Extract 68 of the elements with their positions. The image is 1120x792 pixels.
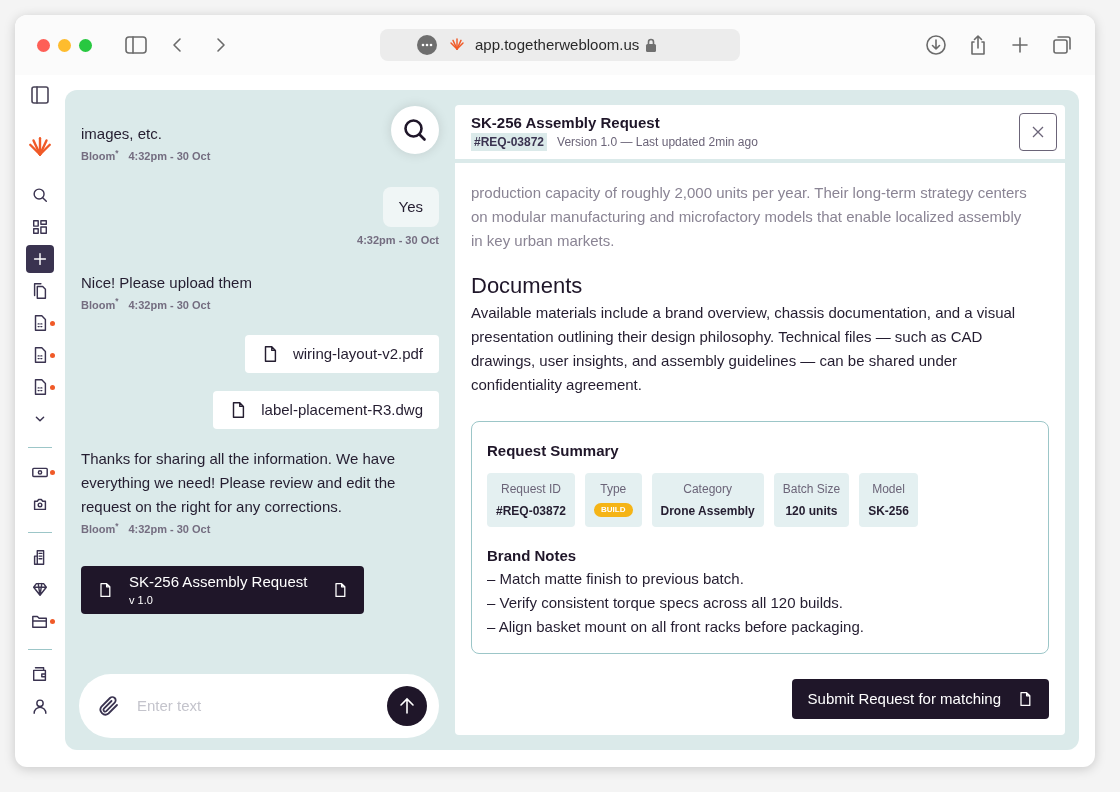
file-icon — [332, 581, 348, 598]
panel-title: SK-256 Assembly Request — [471, 113, 661, 133]
sender-name: Bloom$^{*}$ — [81, 148, 119, 164]
file-attachment[interactable]: label-placement-R3.dwg — [213, 391, 439, 429]
send-button[interactable] — [387, 686, 427, 726]
sender-name: Bloom$^{*}$ — [81, 521, 119, 537]
document-title: SK-256 Assembly Request — [129, 571, 308, 592]
field-label: Model — [872, 480, 905, 498]
submit-button[interactable]: Submit Request for matching — [791, 679, 1049, 719]
search-icon — [31, 186, 49, 204]
sidebar-toggle-icon[interactable] — [30, 85, 50, 105]
document-version: v 1.0 — [129, 592, 154, 608]
note-item: – Match matte finish to previous batch. — [487, 569, 745, 589]
chat-message: images, etc. — [81, 124, 162, 144]
grid-icon — [31, 218, 49, 236]
url-text: app.togetherwebloom.us — [475, 34, 640, 55]
notes-title: Brand Notes — [487, 545, 578, 566]
file-icon — [1017, 691, 1033, 707]
version-info: Version 1.0 — Last updated 2min ago — [557, 134, 758, 151]
tabs-overview-icon[interactable] — [1051, 34, 1073, 56]
sender-name: Bloom$^{*}$ — [81, 296, 119, 313]
user-icon — [31, 697, 49, 715]
field-label: Batch Size — [782, 480, 841, 498]
lock-icon — [645, 38, 658, 52]
field-value: Drone Assembly — [660, 502, 755, 520]
window-control-button[interactable] — [37, 38, 50, 52]
chat-message: Thanks for sharing all the information. We have everything we need! Please review and edit the request on the right for any corrections. — [81, 449, 397, 517]
more-icon[interactable] — [417, 35, 437, 55]
field-value: SK-256 — [868, 502, 909, 520]
message-input[interactable]: Enter text — [137, 694, 371, 718]
card-title: Request Summary — [487, 441, 620, 461]
document-card[interactable]: SK-256 Assembly Request v 1.0 — [81, 565, 364, 614]
site-logo-icon — [449, 37, 465, 53]
intro-paragraph: production capacity of roughly 2,000 units per year. Their long-term strategy centers on modular manufacturing and microfactory models that enable localized assembly in key urban markets. — [471, 183, 1028, 251]
field-value: #REQ-03872 — [496, 502, 567, 520]
message-time: 4:32pm - 30 Oct — [128, 297, 211, 313]
plus-button[interactable] — [26, 245, 54, 273]
message-time: 4:32pm - 30 Oct — [128, 522, 211, 537]
paperclip-icon[interactable] — [97, 694, 121, 718]
new-tab-icon[interactable] — [1009, 34, 1031, 56]
file-attachment[interactable]: wiring-layout-v2.pdf — [244, 335, 439, 373]
sidebar-toggle-icon[interactable] — [124, 33, 148, 57]
search-icon — [402, 117, 428, 143]
chat-bubble: Yes — [382, 186, 439, 227]
wallet-icon — [31, 665, 49, 683]
arrow-up-icon — [397, 696, 417, 716]
diamond-icon — [31, 580, 49, 598]
download-icon[interactable] — [925, 34, 947, 56]
message-time: 4:32pm - 30 Oct — [128, 149, 211, 164]
type-badge: BUILD — [594, 502, 633, 517]
field-label: Category — [683, 480, 732, 498]
field-label: Type — [600, 480, 627, 498]
close-icon — [1032, 126, 1044, 138]
address-bar[interactable]: app.togetherwebloom.us — [380, 29, 740, 61]
documents-paragraph: Available materials include a brand overview, chassis documentation, and a visual presentation outlining their design philosophy. Technical files — such as CAD drawings, user insights, and assembly guidelines — can be shared under confidentiality agreement. — [471, 303, 1017, 395]
note-item: – Verify consistent torque specs across all 120 builds. — [487, 593, 845, 613]
message-time: 4:32pm - 30 Oct — [357, 233, 439, 248]
close-button[interactable] — [1019, 113, 1057, 151]
field-label: Request ID — [501, 480, 562, 498]
chat-message: Nice! Please upload them — [81, 272, 252, 293]
id-tag: #REQ-03872 — [471, 133, 548, 151]
section-heading: Documents — [471, 272, 584, 300]
file-icon — [97, 581, 113, 598]
field-value: 120 units — [785, 502, 838, 520]
search-button[interactable] — [391, 106, 439, 154]
copy-icon — [31, 282, 49, 300]
note-item: – Align basket mount on all front racks before packaging. — [487, 617, 865, 637]
plus-icon — [31, 250, 49, 268]
